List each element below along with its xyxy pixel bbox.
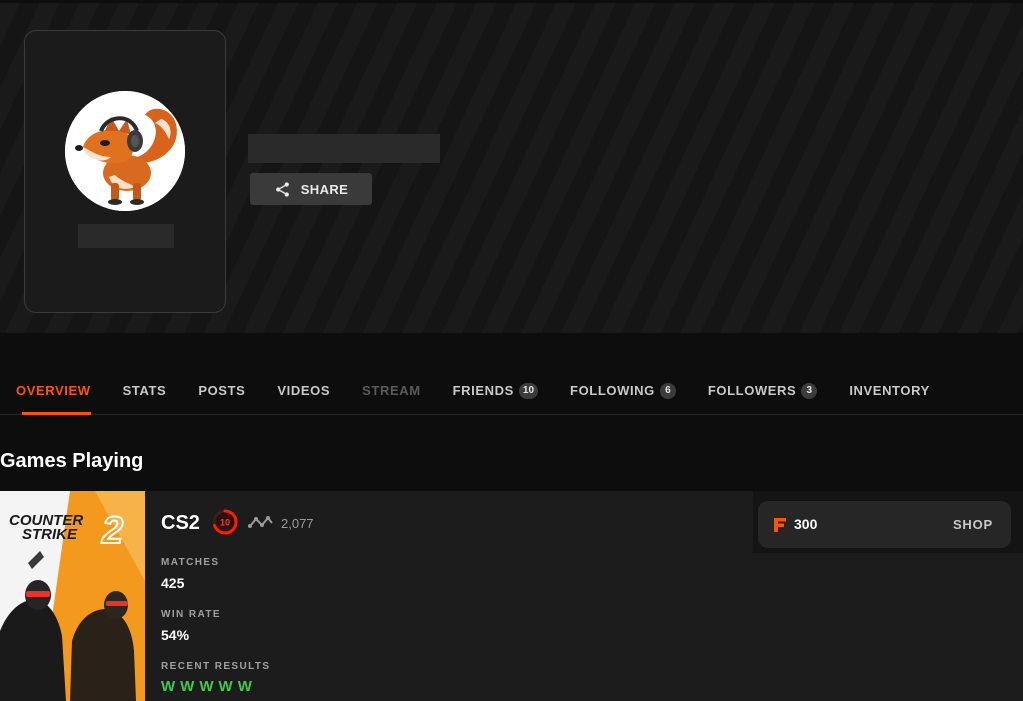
tab-inventory[interactable]: INVENTORY [849, 367, 930, 414]
tab-label: OVERVIEW [16, 383, 91, 398]
cs2-cover-art: COUNTER STRIKE 2 [0, 491, 145, 701]
recent-results-label: RECENT RESULTS [161, 661, 271, 672]
faceit-level-10-icon: 10 [212, 509, 238, 535]
tab-followers[interactable]: FOLLOWERS 3 [707, 367, 818, 414]
result-item: W [199, 678, 214, 695]
tab-friends[interactable]: FRIENDS 10 [452, 367, 539, 414]
share-icon [275, 181, 289, 197]
friends-count-badge: 10 [518, 382, 539, 399]
game-name[interactable]: CS2 [161, 512, 200, 535]
section-title: Games Playing [0, 450, 144, 472]
avatar-card [24, 30, 226, 313]
shop-button[interactable]: SHOP [953, 517, 993, 532]
tab-stream[interactable]: STREAM [362, 367, 421, 414]
fox-avatar-image [65, 91, 185, 211]
elo-value: 2,077 [281, 516, 314, 531]
tab-stats[interactable]: STATS [123, 367, 167, 414]
tab-label: INVENTORY [849, 383, 930, 398]
recent-results: W W W W W [161, 678, 252, 695]
faceit-points-icon [774, 518, 786, 532]
cover-title-number: 2 [101, 510, 123, 552]
tab-label: POSTS [198, 383, 246, 398]
share-button-label: SHARE [300, 181, 349, 197]
tab-label: FRIENDS [452, 383, 514, 398]
tab-videos[interactable]: VIDEOS [277, 367, 330, 414]
winrate-value: 54% [161, 627, 190, 643]
game-cover: COUNTER STRIKE 2 [0, 491, 145, 701]
avatar-nickname-placeholder [78, 224, 174, 248]
tab-following[interactable]: FOLLOWING 6 [570, 367, 676, 414]
result-item: W [237, 678, 252, 695]
tab-posts[interactable]: POSTS [198, 367, 245, 414]
tab-label: VIDEOS [277, 383, 331, 398]
elo-trend-icon [248, 516, 273, 528]
following-count-badge: 6 [659, 382, 676, 399]
profile-banner: SHARE [0, 0, 1023, 333]
tab-label: STATS [122, 383, 167, 398]
matches-value: 425 [161, 575, 185, 591]
avatar[interactable] [65, 91, 185, 211]
followers-count-badge: 3 [801, 382, 818, 399]
cover-title-line2: STRIKE [22, 526, 78, 543]
result-item: W [180, 678, 195, 695]
tab-label: FOLLOWING [570, 383, 655, 398]
tab-label: STREAM [362, 383, 421, 398]
profile-name-placeholder [248, 134, 440, 163]
tab-label: FOLLOWERS [707, 383, 797, 398]
points-balance: 300 [794, 516, 818, 532]
profile-tabs: OVERVIEW STATS POSTS VIDEOS STREAM FRIEN… [0, 367, 1023, 415]
matches-label: MATCHES [161, 557, 220, 568]
result-item: W [218, 678, 233, 695]
points-shop-pill: 300 SHOP [758, 501, 1011, 548]
level-number: 10 [220, 518, 230, 528]
result-item: W [161, 678, 176, 695]
share-button[interactable]: SHARE [250, 173, 372, 205]
shop-panel: 300 SHOP [753, 491, 1023, 553]
tab-overview[interactable]: OVERVIEW [0, 367, 91, 415]
winrate-label: WIN RATE [161, 609, 221, 620]
